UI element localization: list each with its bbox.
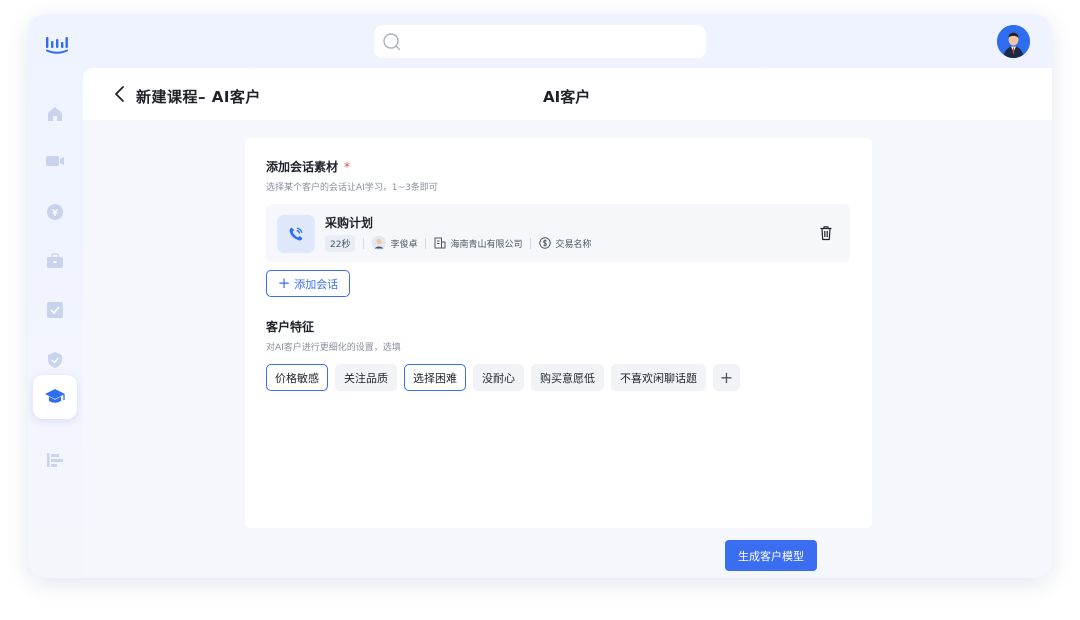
material-title-text: 添加会话素材	[266, 160, 339, 174]
tag-price-sensitive[interactable]: 价格敏感	[266, 364, 328, 391]
features-section-subtitle: 对AI客户进行更细化的设置，选填	[266, 343, 401, 353]
material-section-title: 添加会话素材 *	[266, 158, 350, 175]
person-name: 李俊卓	[390, 239, 418, 250]
add-conversation-button[interactable]: + 添加会话	[266, 270, 350, 297]
bar-list-icon[interactable]	[44, 449, 66, 471]
video-icon[interactable]	[44, 150, 66, 172]
back-arrow-icon[interactable]	[113, 85, 127, 103]
user-avatar[interactable]	[997, 25, 1030, 58]
plus-icon: +	[277, 274, 291, 292]
coin-circle-icon	[539, 237, 552, 249]
app-window: 新建课程– AI客户 AI客户 添加会话素材 * 选择某个客户的会话让AI学习，1…	[28, 14, 1052, 578]
conversation-meta: 22秒 李俊卓 海南青山有限公司 交易名称	[325, 234, 592, 252]
form-card: 添加会话素材 * 选择某个客户的会话让AI学习，1~3条即可 采购计划 22秒	[245, 138, 872, 528]
shield-icon[interactable]	[44, 349, 66, 371]
graduation-cap-icon	[45, 389, 65, 403]
briefcase-icon[interactable]	[44, 250, 66, 272]
tag-low-purchase-intent[interactable]: 购买意愿低	[531, 364, 604, 391]
building-icon	[434, 237, 446, 249]
add-conversation-label: 添加会话	[294, 277, 339, 291]
conversation-item[interactable]: 采购计划 22秒 李俊卓 海南青山有限公司 交易名称	[266, 204, 850, 262]
tag-impatient[interactable]: 没耐心	[473, 364, 524, 391]
search-icon	[383, 33, 401, 51]
home-icon[interactable]	[44, 103, 66, 125]
page-title: AI客户	[543, 88, 591, 106]
tag-indecisive[interactable]: 选择困难	[404, 364, 466, 391]
divider	[530, 237, 532, 249]
company-meta: 海南青山有限公司	[434, 237, 522, 250]
feature-tags: 价格敏感 关注品质 选择困难 没耐心 购买意愿低 不喜欢闲聊话题 +	[266, 364, 740, 391]
trash-icon[interactable]	[819, 225, 833, 241]
tag-quality-focused[interactable]: 关注品质	[335, 364, 397, 391]
material-section-subtitle: 选择某个客户的会话让AI学习，1~3条即可	[266, 183, 438, 193]
breadcrumb: 新建课程– AI客户	[136, 88, 261, 106]
sidebar	[28, 68, 83, 578]
features-section-title: 客户特征	[266, 320, 315, 334]
checkbox-icon[interactable]	[44, 299, 66, 321]
tag-dislikes-small-talk[interactable]: 不喜欢闲聊话题	[611, 364, 706, 391]
coin-icon[interactable]	[44, 201, 66, 223]
duration-badge: 22秒	[325, 234, 356, 252]
company-name: 海南青山有限公司	[450, 239, 523, 250]
add-tag-button[interactable]: +	[713, 364, 740, 391]
deal-name: 交易名称	[555, 239, 592, 250]
sidebar-item-course[interactable]	[33, 375, 77, 419]
page-header: 新建课程– AI客户 AI客户	[83, 68, 1052, 120]
conversation-title: 采购计划	[325, 216, 374, 230]
person-avatar-icon	[372, 236, 387, 250]
person-meta: 李俊卓	[372, 236, 417, 250]
top-bar	[28, 14, 1052, 68]
deal-meta: 交易名称	[539, 237, 592, 250]
required-mark: *	[344, 160, 351, 174]
phone-call-icon	[277, 215, 315, 253]
app-logo[interactable]	[44, 33, 70, 55]
divider	[425, 237, 427, 249]
divider	[363, 237, 365, 249]
generate-model-button[interactable]: 生成客户模型	[725, 540, 817, 571]
search-input[interactable]	[374, 25, 706, 58]
main-content: 新建课程– AI客户 AI客户 添加会话素材 * 选择某个客户的会话让AI学习，1…	[83, 68, 1052, 578]
